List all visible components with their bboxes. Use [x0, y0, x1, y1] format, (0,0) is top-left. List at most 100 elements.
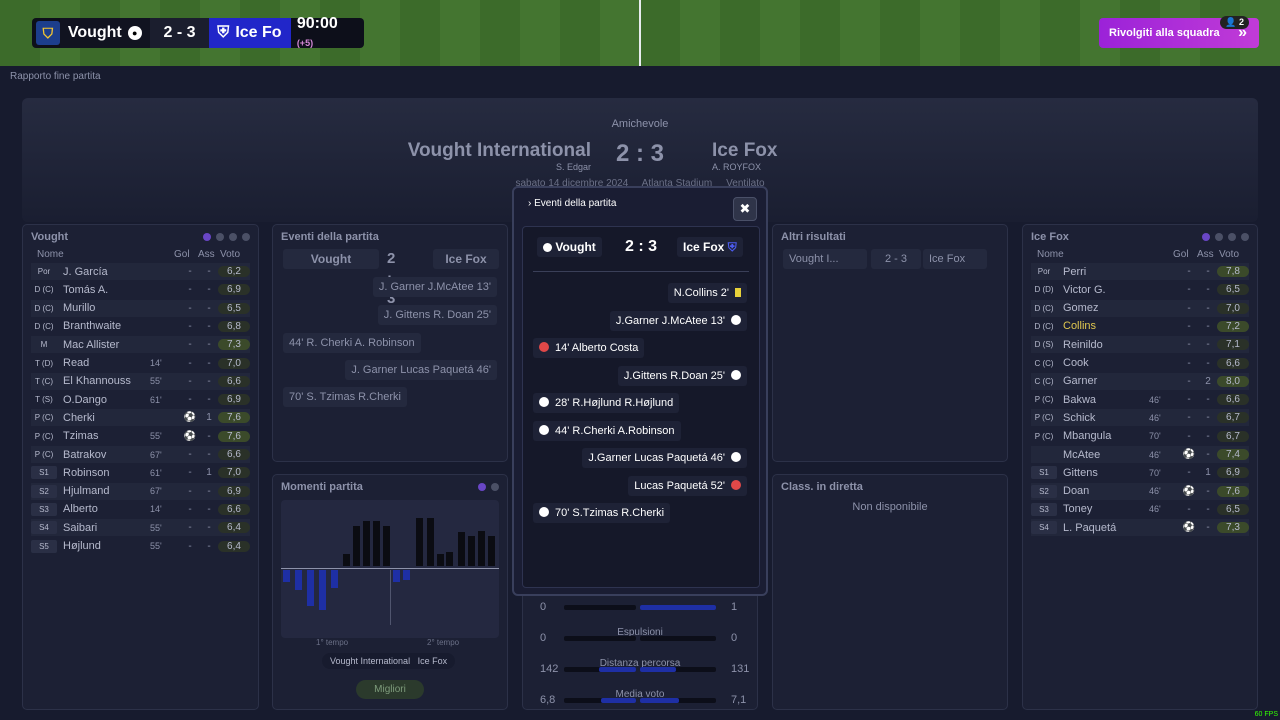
sub-minute: 67' — [150, 449, 162, 460]
player-rating: 6,4 — [218, 540, 250, 552]
player-rating: 7,6 — [218, 412, 250, 424]
player-assists: - — [207, 375, 211, 387]
player-rating: 6,5 — [1217, 284, 1249, 296]
player-row[interactable]: D (C) Gomez - -7,0 — [1031, 299, 1249, 317]
player-goals: - — [188, 320, 192, 332]
player-position: S5 — [31, 539, 57, 553]
player-name: Murillo — [63, 302, 96, 315]
player-assists: - — [207, 430, 211, 442]
player-position: C (C) — [1034, 376, 1054, 386]
player-row[interactable]: D (C) Branthwaite - -6,8 — [31, 318, 250, 335]
sub-minute: 55' — [150, 522, 162, 533]
player-row[interactable]: Por Perri - -7,8 — [1031, 263, 1249, 280]
player-rating: 6,6 — [1217, 357, 1249, 369]
page-dots[interactable] — [203, 233, 250, 241]
page-dots[interactable] — [1202, 233, 1249, 241]
player-row[interactable]: S3 Toney 46' - -6,5 — [1031, 501, 1249, 518]
player-row[interactable]: S4 L. Paquetá ⚽ -7,3 — [1031, 519, 1249, 537]
player-position: S4 — [31, 521, 57, 535]
player-rating: 6,9 — [1217, 467, 1249, 479]
competition-label: Amichevole — [611, 118, 669, 130]
player-assists: - — [207, 266, 211, 277]
page-dots[interactable] — [478, 483, 499, 491]
talk-to-team-button[interactable]: Rivolgiti alla squadra » 👤 2 — [1099, 16, 1259, 48]
player-assists: - — [1206, 320, 1210, 332]
player-row[interactable]: T (D) Read 14' - -7,0 — [31, 355, 250, 372]
player-goals: - — [188, 357, 192, 369]
player-row[interactable]: P (C) Batrakov 67' - -6,6 — [31, 446, 250, 463]
player-row[interactable]: D (C) Murillo - -6,5 — [31, 299, 250, 317]
player-assists: - — [207, 320, 211, 332]
player-row[interactable]: C (C) Cook - -6,6 — [1031, 355, 1249, 372]
momentum-bar-away — [468, 536, 475, 566]
player-row[interactable]: S1 Robinson 61' - 1 7,0 — [31, 464, 250, 481]
player-row[interactable]: P (C) Bakwa 46' - -6,6 — [1031, 391, 1249, 408]
player-rating: 6,6 — [218, 449, 250, 460]
player-row[interactable]: S1 Gittens 70' - 1 6,9 — [1031, 464, 1249, 481]
player-row[interactable]: P (C) Mbangula 70' - -6,7 — [1031, 428, 1249, 445]
player-name: Alberto — [63, 503, 98, 516]
player-goals: - — [188, 284, 192, 296]
player-goals: - — [188, 266, 192, 277]
player-position: D (S) — [1034, 340, 1054, 350]
player-rating: 8,0 — [1217, 375, 1249, 387]
penalty-icon — [539, 397, 549, 407]
player-row[interactable]: P (C) Cherki ⚽ 1 7,6 — [31, 409, 250, 427]
player-position: D (C) — [1034, 321, 1054, 331]
player-name: Doan — [1063, 485, 1090, 498]
player-row[interactable]: D (D) Victor G. - -6,5 — [1031, 281, 1249, 298]
player-goals: - — [1187, 412, 1191, 424]
result-away: Ice Fox — [923, 249, 987, 269]
breadcrumb: Rapporto fine partita — [10, 71, 101, 82]
player-row[interactable]: Por J. García - -6,2 — [31, 263, 250, 280]
player-row[interactable]: S3 Alberto 14' - -6,6 — [31, 501, 250, 518]
other-results-panel: Altri risultati Vought I... 2 - 3 Ice Fo… — [772, 224, 1008, 462]
player-row[interactable]: D (S) Reinildo - -7,1 — [1031, 336, 1249, 354]
best-moments-button[interactable]: Migliori — [356, 680, 424, 699]
away-panel-title: Ice Fox — [1031, 231, 1069, 243]
player-goals: - — [188, 540, 192, 552]
player-goals: - — [1187, 503, 1191, 515]
modal-title: › Eventi della partita — [528, 198, 617, 209]
player-row[interactable]: T (C) El Khannouss 55' - -6,6 — [31, 372, 250, 390]
player-row[interactable]: S5 Højlund 55' - -6,4 — [31, 538, 250, 555]
player-row[interactable]: T (S) O.Dango 61' - -6,9 — [31, 391, 250, 408]
player-goals: - — [1187, 266, 1191, 277]
sub-minute: 46' — [1149, 486, 1161, 497]
header-score: 2 : 3 — [615, 140, 665, 167]
player-row[interactable]: P (C) Tzimas 55' ⚽ -7,6 — [31, 428, 250, 445]
player-row[interactable]: McAtee 46' ⚽ -7,4 — [1031, 446, 1249, 463]
player-position: S2 — [1031, 484, 1057, 498]
momentum-bar-away — [427, 518, 434, 566]
stat-away-value: 1 — [731, 601, 738, 613]
player-row[interactable]: D (C) Collins - -7,2 — [1031, 318, 1249, 335]
player-row[interactable]: S4 Saibari 55' - -6,4 — [31, 519, 250, 537]
event-text: Lucas Paquetá 52' — [634, 479, 725, 492]
player-assists: - — [1206, 449, 1210, 460]
player-position: T (C) — [34, 376, 54, 386]
player-rating: 6,4 — [218, 522, 250, 534]
momentum-chart — [281, 500, 499, 638]
player-rating: 7,0 — [218, 357, 250, 369]
match-clock: 90:00 — [296, 15, 338, 32]
stat-bar-home — [564, 698, 636, 703]
player-rating: 6,6 — [218, 503, 250, 515]
player-row[interactable]: S2 Doan 46' ⚽ -7,6 — [1031, 482, 1249, 500]
away-team-name: Ice Fox A. ROYFOX — [712, 140, 778, 172]
home-crest-icon: ⛉ — [36, 21, 60, 45]
player-row[interactable]: S2 Hjulmand 67' - -6,9 — [31, 482, 250, 500]
player-position: P (C) — [1034, 395, 1054, 405]
player-row[interactable]: C (C) Garner - 2 8,0 — [1031, 372, 1249, 390]
player-row[interactable]: P (C) Schick 46' - -6,7 — [1031, 409, 1249, 427]
close-button[interactable]: ✖ — [733, 197, 757, 221]
player-name: Gomez — [1063, 302, 1099, 315]
player-row[interactable]: M Mac Allister - -7,3 — [31, 336, 250, 354]
player-position: S4 — [1031, 521, 1057, 535]
player-name: Tomás A. — [63, 283, 109, 296]
player-name: Højlund — [63, 540, 101, 552]
player-goals: - — [188, 449, 192, 460]
away-crest-icon: ⛨ — [217, 24, 230, 41]
player-goals: ⚽ — [1182, 449, 1196, 460]
home-panel-title: Vought — [31, 231, 69, 243]
player-row[interactable]: D (C) Tomás A. - -6,9 — [31, 281, 250, 298]
